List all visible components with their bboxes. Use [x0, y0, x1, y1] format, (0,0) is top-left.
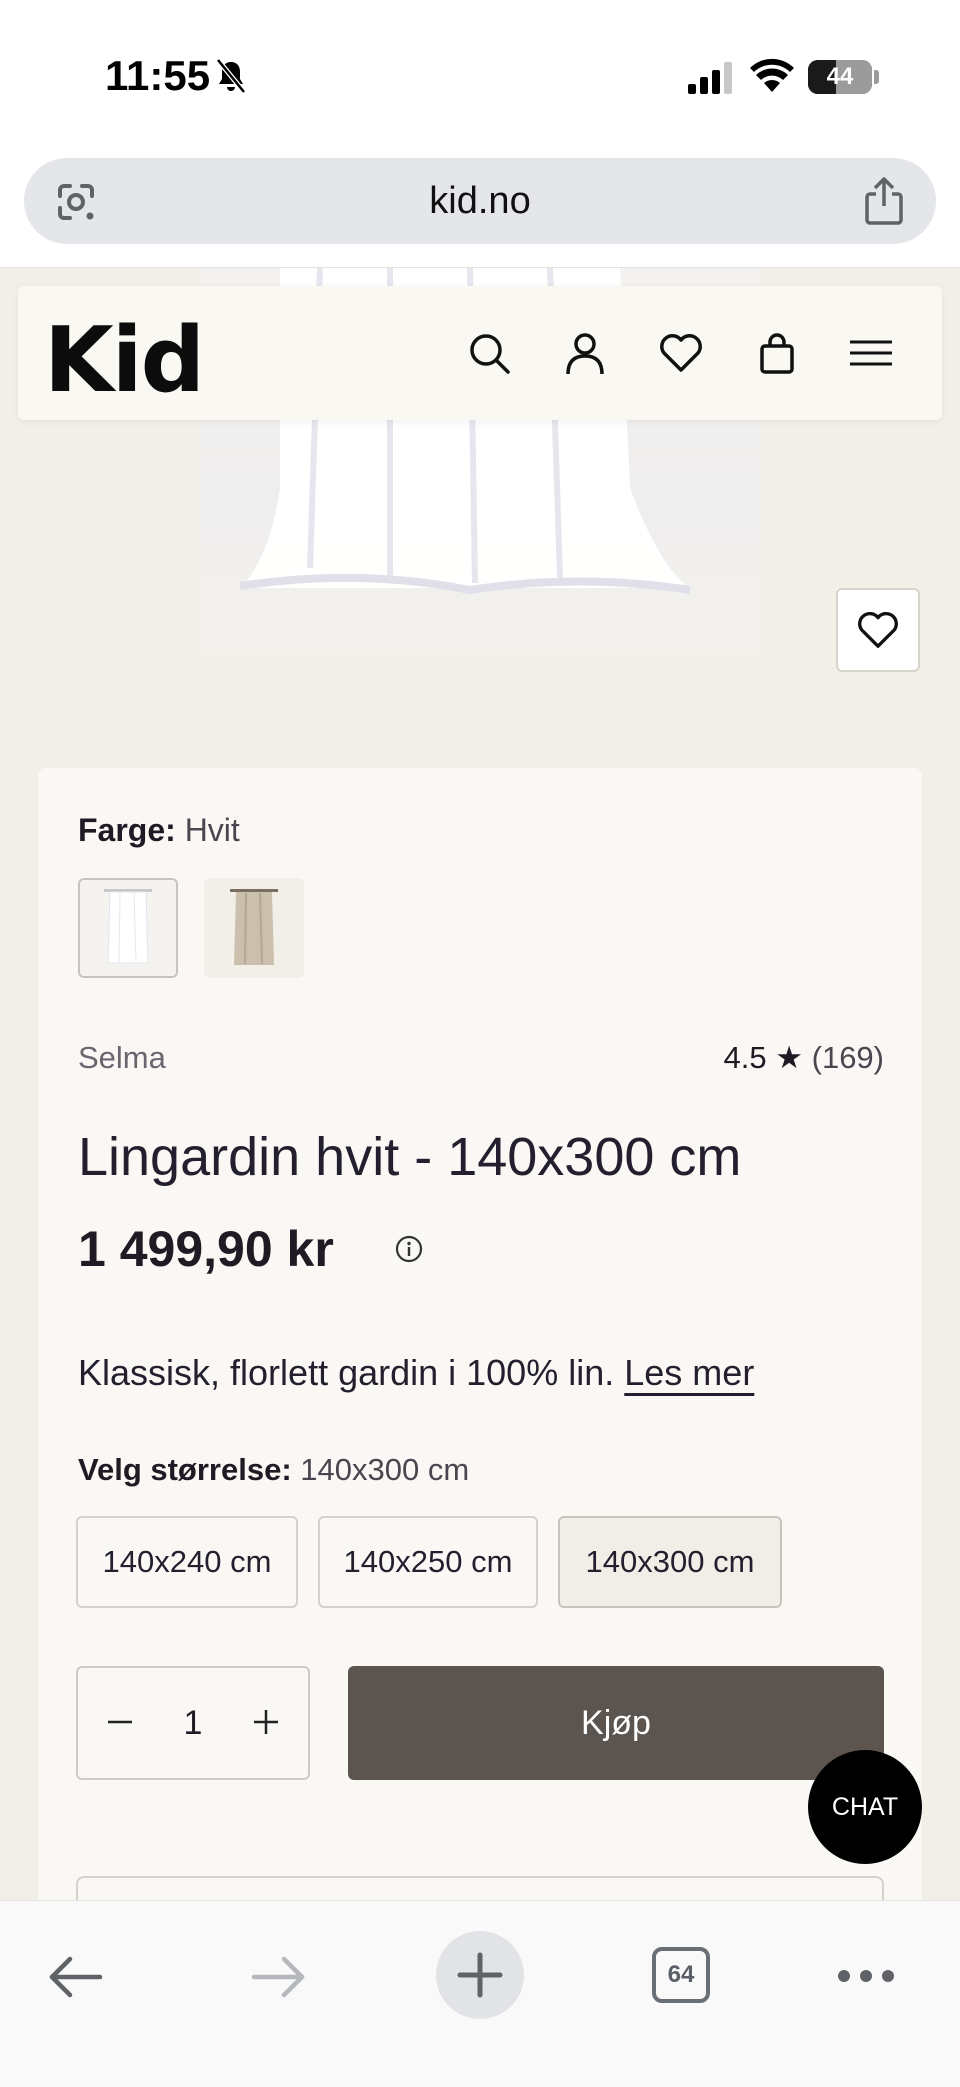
- color-label: Farge:: [78, 812, 176, 848]
- new-tab-button[interactable]: [436, 1931, 524, 2019]
- brand-name[interactable]: Selma: [78, 1040, 166, 1076]
- search-icon[interactable]: [466, 330, 512, 376]
- color-swatch-white[interactable]: [78, 878, 178, 978]
- collapsed-section[interactable]: [76, 1876, 884, 1900]
- forward-arrow-icon[interactable]: [248, 1947, 308, 2007]
- size-row: Velg størrelse: 140x300 cm: [78, 1452, 469, 1488]
- more-options-icon[interactable]: [836, 1961, 896, 1991]
- color-row: Farge: Hvit: [78, 812, 240, 849]
- plus-icon: [254, 1710, 278, 1734]
- address-bar[interactable]: kid.no: [24, 158, 936, 244]
- back-arrow-icon[interactable]: [46, 1947, 106, 2007]
- kid-logo[interactable]: Kid: [44, 308, 205, 413]
- account-icon[interactable]: [562, 330, 608, 376]
- color-swatch-beige[interactable]: [204, 878, 304, 978]
- product-title: Lingardin hvit - 140x300 cm: [78, 1127, 742, 1187]
- shopping-bag-icon[interactable]: [754, 330, 800, 376]
- site-header: Kid: [18, 286, 942, 420]
- cellular-signal-icon: [688, 62, 732, 94]
- size-option-140x240[interactable]: 140x240 cm: [76, 1516, 298, 1608]
- rating-count: (169): [811, 1040, 884, 1075]
- size-option-140x250[interactable]: 140x250 cm: [318, 1516, 538, 1608]
- product-price: 1 499,90 kr: [78, 1221, 334, 1277]
- battery-indicator: 44: [808, 60, 872, 94]
- read-more-link[interactable]: Les mer: [624, 1352, 754, 1393]
- menu-icon[interactable]: [848, 330, 894, 376]
- size-option-140x300[interactable]: 140x300 cm: [558, 1516, 782, 1608]
- battery-level: 44: [826, 63, 854, 90]
- heart-icon: [858, 611, 898, 648]
- rating-value: 4.5 ★: [723, 1040, 804, 1075]
- product-description: Klassisk, florlett gardin i 100% lin. Le…: [78, 1352, 754, 1394]
- battery-nub: [874, 70, 879, 84]
- chat-button[interactable]: CHAT: [808, 1750, 922, 1864]
- tab-switcher-button[interactable]: 64: [652, 1947, 710, 2003]
- plus-icon: [457, 1952, 503, 1998]
- browser-address-area: kid.no: [0, 150, 960, 268]
- beige-curtain-thumbnail: [230, 889, 278, 965]
- size-label: Velg størrelse:: [78, 1452, 292, 1487]
- quantity-increase-button[interactable]: [244, 1700, 288, 1744]
- quantity-stepper: 1: [76, 1666, 310, 1780]
- info-icon[interactable]: [394, 1234, 424, 1264]
- share-icon[interactable]: [862, 176, 906, 226]
- url-text[interactable]: kid.no: [24, 180, 936, 223]
- size-value: 140x300 cm: [300, 1452, 470, 1487]
- color-value: Hvit: [184, 812, 240, 848]
- description-text: Klassisk, florlett gardin i 100% lin.: [78, 1352, 615, 1393]
- heart-icon[interactable]: [658, 330, 704, 376]
- status-time: 11:55: [105, 52, 211, 99]
- wifi-icon: [750, 58, 794, 92]
- add-to-wishlist-button[interactable]: [836, 588, 920, 672]
- bell-muted-icon: [216, 58, 246, 94]
- product-info-card: Farge: Hvit Selma 4.5 ★ (169) Lingardin …: [38, 768, 922, 1900]
- product-rating[interactable]: 4.5 ★ (169): [724, 1040, 885, 1076]
- white-curtain-thumbnail: [104, 889, 152, 964]
- browser-toolbar: 64: [0, 1900, 960, 2087]
- web-page: Kid Farge: Hvit Selma 4.5 ★ (169) Lingar…: [0, 268, 960, 1900]
- buy-button[interactable]: Kjøp: [348, 1666, 884, 1780]
- status-bar: 11:55 44: [0, 0, 960, 150]
